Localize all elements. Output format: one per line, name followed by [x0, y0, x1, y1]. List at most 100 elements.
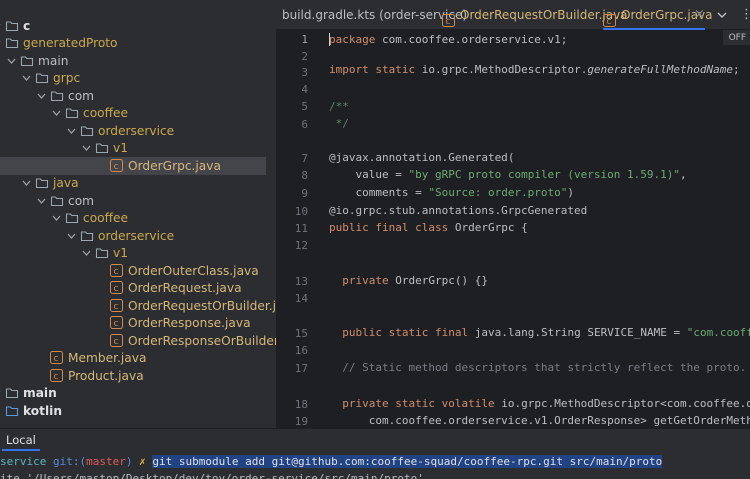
code-token: "by gRPC proto compiler (version 1.59.1)…	[408, 168, 681, 181]
tree-folder-item[interactable]: java	[0, 174, 276, 192]
code-token: java.lang.String	[468, 326, 588, 339]
code-line-3: import static io.grpc.MethodDescriptor.g…	[329, 63, 740, 77]
tab-build-gradle[interactable]: build.gradle.kts (order-service)	[282, 0, 467, 30]
code-token: public	[342, 326, 382, 339]
code-token: =	[666, 326, 687, 339]
terminal-command-line: service git:(master) ✗ git submodule add…	[0, 454, 663, 470]
code-token: final	[375, 221, 409, 234]
tree-file-item[interactable]: c OrderGrpc.java	[0, 157, 266, 175]
folder-icon	[95, 141, 109, 155]
reader-mode-badge[interactable]: OFF	[722, 30, 750, 45]
tree-folder-item[interactable]: main	[0, 384, 276, 402]
java-class-icon: c	[110, 281, 124, 295]
tree-folder-item[interactable]: v1	[0, 139, 276, 157]
line-number-gutter: 1 2 3 4 5 6 7 8 9 10 11 12 13 14 15 16 17 18 19	[276, 30, 320, 428]
tree-folder-item[interactable]: v1	[0, 244, 276, 262]
folder-icon	[95, 246, 109, 260]
tree-item-label: OrderRequestOrBuilder.java	[128, 299, 276, 313]
tree-folder-item[interactable]: generatedProto	[0, 34, 276, 52]
tree-item-label: Product.java	[68, 369, 144, 383]
code-editor[interactable]: 1 2 3 4 5 6 7 8 9 10 11 12 13 14 15 16 17 18 19 OFF packag…	[276, 30, 750, 428]
chevron-down-icon[interactable]	[67, 122, 77, 140]
code-token: @javax.annotation.Generated	[329, 151, 508, 164]
tab-label: build.gradle.kts (order-service)	[282, 8, 468, 22]
code-line-18: private static volatile io.grpc.MethodDe…	[329, 397, 750, 411]
chevron-down-icon[interactable]	[0, 17, 2, 35]
line-number: 5	[301, 100, 308, 113]
code-token: import	[329, 63, 369, 76]
line-number: 14	[294, 292, 308, 305]
tree-file-item[interactable]: c OrderRequestOrBuilder.java	[0, 297, 276, 315]
tree-item-label: java	[53, 176, 79, 190]
more-options-icon[interactable]: ⋮	[740, 0, 750, 30]
close-icon[interactable]: ×	[694, 0, 705, 30]
tree-item-label: generatedProto	[23, 36, 118, 50]
chevron-down-icon[interactable]	[52, 104, 62, 122]
code-token: private	[342, 397, 389, 410]
chevron-down-icon[interactable]	[7, 52, 17, 70]
tree-folder-item[interactable]: grpc	[0, 69, 276, 87]
tree-file-item[interactable]: c Member.java	[0, 349, 276, 367]
chevron-down-icon[interactable]	[0, 384, 2, 402]
tree-folder-item[interactable]: kotlin	[0, 402, 276, 420]
tree-folder-item[interactable]: main	[0, 52, 276, 70]
java-class-icon: c	[50, 351, 64, 365]
code-token: OrderGrpc {	[448, 221, 528, 234]
tree-file-item[interactable]: c OrderRequest.java	[0, 279, 276, 297]
code-line-6: */	[329, 117, 349, 130]
code-token: public	[329, 221, 369, 234]
svg-text:c: c	[114, 337, 119, 347]
code-line-8: value = "by gRPC proto compiler (version…	[329, 168, 686, 182]
line-number: 1	[301, 33, 308, 46]
folder-icon	[65, 211, 79, 225]
more-tabs-chevron-icon[interactable]	[717, 0, 727, 30]
tree-file-item[interactable]: c OrderResponseOrBuilder.java	[0, 332, 276, 350]
line-number: 11	[294, 222, 308, 235]
chevron-down-icon[interactable]	[37, 192, 47, 210]
java-class-icon: c	[442, 8, 455, 27]
tree-file-item[interactable]: c Product.java	[0, 367, 276, 385]
svg-text:c: c	[54, 354, 59, 364]
tree-folder-item[interactable]: orderservice	[0, 122, 276, 140]
code-token: static	[388, 326, 429, 339]
tree-folder-item[interactable]: c	[0, 17, 276, 35]
chevron-down-icon[interactable]	[82, 139, 92, 157]
tree-folder-item[interactable]: com	[0, 87, 276, 105]
tree-item-label: v1	[113, 246, 128, 260]
tree-item-label: OrderRequest.java	[128, 281, 242, 295]
chevron-down-icon[interactable]	[22, 174, 32, 192]
chevron-down-icon[interactable]	[82, 244, 92, 262]
svg-text:c: c	[446, 17, 451, 27]
chevron-down-icon[interactable]	[37, 87, 47, 105]
tree-file-item[interactable]: c OrderResponse.java	[0, 314, 276, 332]
java-class-icon: c	[110, 264, 124, 278]
tree-folder-item[interactable]: com	[0, 192, 276, 210]
tree-folder-item[interactable]: orderservice	[0, 227, 276, 245]
code-token: (	[507, 151, 515, 164]
code-line-11: public final class OrderGrpc {	[329, 221, 528, 235]
terminal-tab-local[interactable]: Local	[2, 429, 40, 451]
svg-text:c: c	[114, 319, 119, 329]
tree-item-label: OrderResponseOrBuilder.java	[128, 334, 276, 348]
terminal-command: git submodule add git@github.com:cooffee…	[152, 455, 663, 468]
terminal-panel[interactable]: Local service git:(master) ✗ git submodu…	[0, 428, 750, 479]
line-number: 4	[301, 83, 308, 96]
chevron-down-icon[interactable]	[52, 209, 62, 227]
code-line-19: com.cooffee.orderservice.v1.OrderRespons…	[329, 414, 750, 428]
project-tree-panel: c generatedProto main grpc com cooffee orderse…	[0, 0, 276, 428]
code-token: ;	[733, 63, 740, 76]
folder-icon	[50, 89, 64, 103]
svg-text:c: c	[114, 284, 119, 294]
tree-file-item[interactable]: c OrderOuterClass.java	[0, 262, 276, 280]
folder-icon	[80, 124, 94, 138]
chevron-down-icon[interactable]	[22, 69, 32, 87]
chevron-down-icon[interactable]	[0, 34, 2, 52]
tree-folder-item[interactable]: cooffee	[0, 104, 276, 122]
code-token: package	[329, 33, 376, 46]
tree-folder-item[interactable]: cooffee	[0, 209, 276, 227]
code-token: "Source: order.proto"	[428, 186, 568, 199]
tab-order-grpc[interactable]: c OrderGrpc.java ×	[603, 0, 713, 30]
chevron-down-icon[interactable]	[67, 227, 77, 245]
code-token: private	[342, 274, 389, 287]
